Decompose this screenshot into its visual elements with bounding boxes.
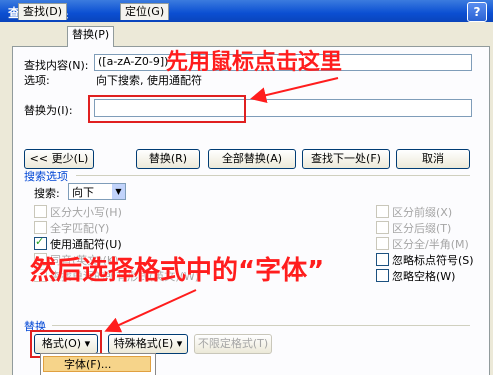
arrow-to-format-button bbox=[104, 289, 197, 333]
annotation-click-here: 先用鼠标点击这里 bbox=[166, 50, 343, 75]
find-replace-dialog: 查找和替换 ? 查找(D) 替换(P) 定位(G) 查找内容(N): ([a-z… bbox=[0, 0, 493, 375]
tab-replace[interactable]: 替换(P) bbox=[67, 26, 115, 47]
arrow-to-replace-field bbox=[250, 77, 339, 104]
annotation-select-font: 然后选择格式中的“字体” bbox=[30, 256, 325, 286]
